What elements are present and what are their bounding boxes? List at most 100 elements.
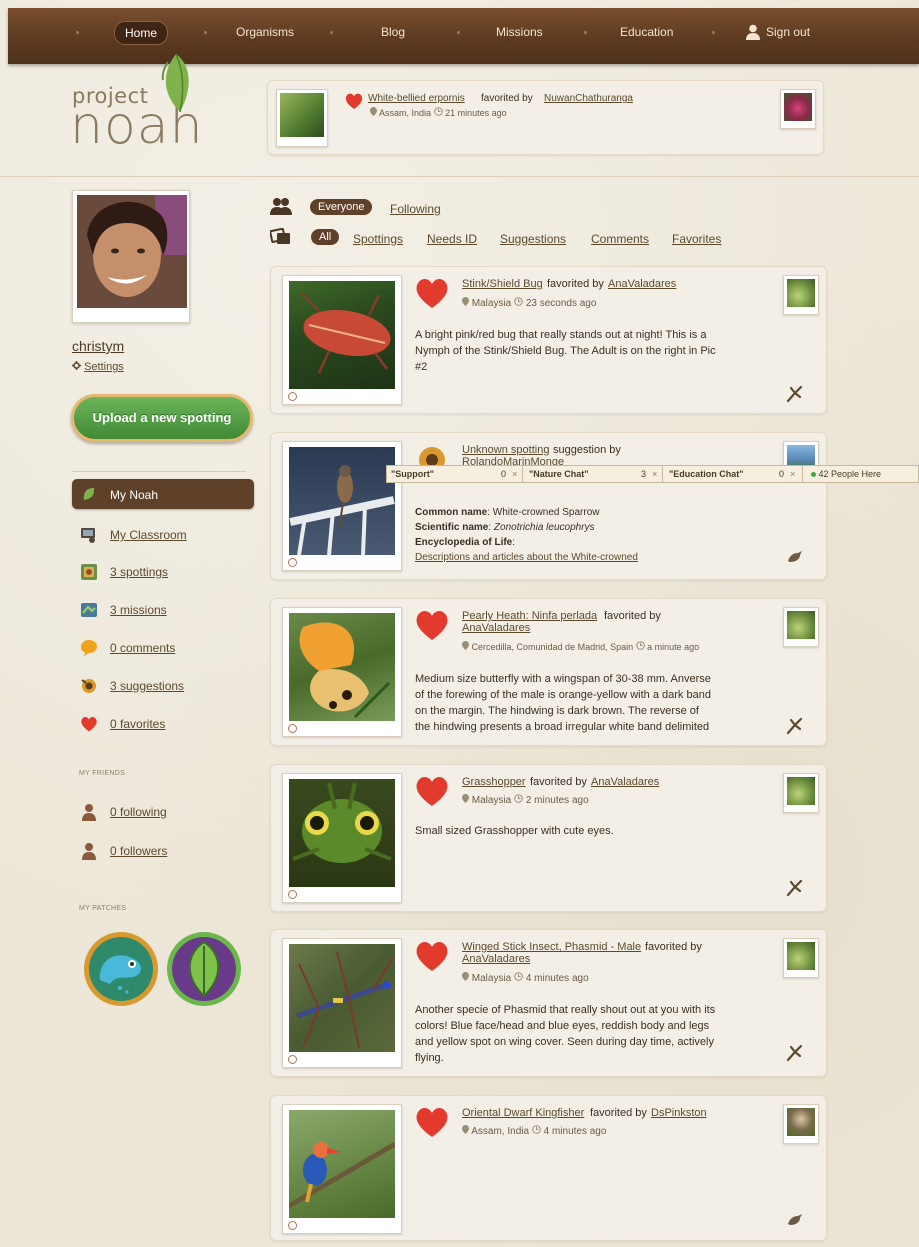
- spotting-thumb[interactable]: [282, 773, 402, 903]
- settings-link[interactable]: Settings: [72, 361, 124, 373]
- chat-room-count: 3: [641, 469, 647, 479]
- activity-user[interactable]: AnaValadares: [591, 776, 659, 788]
- description-line: the hindwing presents a broad irregular …: [415, 721, 710, 733]
- butterfly-photo: [299, 622, 391, 719]
- description-line: on the margin. The hindwing is dark brow…: [415, 705, 699, 717]
- filter-comments[interactable]: Comments: [591, 232, 649, 246]
- spotting-title[interactable]: Unknown spotting: [462, 444, 549, 456]
- spotting-thumb[interactable]: [282, 1104, 402, 1234]
- filter-needs-id[interactable]: Needs ID: [427, 232, 477, 246]
- user-thumb[interactable]: [783, 275, 819, 315]
- nav-separator: [330, 31, 333, 34]
- activity-verb: favorited by: [604, 610, 661, 622]
- activity-user[interactable]: AnaValadares: [462, 622, 530, 634]
- sidebar-item-my-noah[interactable]: My Noah: [72, 479, 254, 509]
- close-icon[interactable]: ×: [790, 466, 795, 482]
- spotting-thumb[interactable]: [282, 938, 402, 1068]
- spottings-icon: [81, 564, 97, 580]
- profile-photo: [77, 195, 187, 308]
- spotting-title[interactable]: Oriental Dwarf Kingfisher: [462, 1107, 584, 1119]
- spotting-thumb[interactable]: [282, 275, 402, 405]
- spotting-description: Small sized Grasshopper with cute eyes.: [415, 823, 735, 839]
- ticker-verb: favorited by: [481, 93, 533, 104]
- user-icon: [746, 24, 760, 40]
- description-line: of the forewing of the male is orange-ye…: [415, 689, 711, 701]
- upload-spotting-button[interactable]: Upload a new spotting: [71, 394, 253, 442]
- spotting-location: Malaysia: [471, 795, 512, 806]
- clock-icon: [433, 107, 443, 116]
- user-thumb[interactable]: [783, 1104, 819, 1144]
- sidebar-item-label: 0 favorites: [110, 717, 166, 731]
- ticker-location: Assam, India 21 minutes ago: [370, 107, 507, 118]
- spotting-title[interactable]: Stink/Shield Bug: [462, 278, 543, 290]
- spotting-title[interactable]: Winged Stick Insect, Phasmid - Male: [462, 941, 641, 953]
- spotting-title[interactable]: Pearly Heath: Ninfa perlada: [462, 610, 597, 622]
- nav-education[interactable]: Education: [620, 25, 673, 39]
- bird-icon[interactable]: [786, 1210, 804, 1228]
- close-icon[interactable]: ×: [652, 466, 657, 482]
- tool-icon[interactable]: [786, 879, 804, 897]
- favorite-heart-icon: [416, 776, 448, 806]
- bird-icon[interactable]: [786, 547, 804, 565]
- patch-badge-frog[interactable]: [82, 930, 160, 1008]
- filter-everyone[interactable]: Everyone: [310, 199, 373, 215]
- tool-icon[interactable]: [786, 385, 804, 403]
- activity-user[interactable]: AnaValadares: [608, 278, 676, 290]
- nav-separator: [457, 31, 460, 34]
- sidebar-item-label: 3 suggestions: [110, 679, 185, 693]
- ticker-user-thumb[interactable]: [780, 89, 816, 129]
- username-link[interactable]: christym: [72, 338, 124, 354]
- nav-home[interactable]: Home: [114, 21, 169, 45]
- nav-signout[interactable]: Sign out: [766, 25, 810, 39]
- chat-room-count: 0: [501, 469, 507, 479]
- ticker-spotting-thumb[interactable]: [276, 89, 328, 147]
- project-noah-logo[interactable]: project noah: [70, 52, 222, 162]
- chat-room-count: 0: [779, 469, 785, 479]
- pin-icon: [370, 107, 377, 116]
- scientific-name-label: Scientific name: [415, 522, 489, 533]
- description-line: Another specie of Phasmid that really sh…: [415, 1004, 716, 1016]
- license-icon: [288, 558, 297, 567]
- spotting-thumb[interactable]: [282, 441, 402, 571]
- pin-icon: [462, 794, 469, 803]
- avatar[interactable]: [72, 190, 190, 323]
- spotting-description: Another specie of Phasmid that really sh…: [415, 1002, 735, 1066]
- nav-missions[interactable]: Missions: [496, 25, 543, 39]
- gear-icon: [72, 361, 81, 370]
- activity-user[interactable]: AnaValadares: [462, 953, 530, 965]
- activity-user[interactable]: DsPinkston: [651, 1107, 707, 1119]
- spotting-title[interactable]: Grasshopper: [462, 776, 526, 788]
- chat-room-education[interactable]: "Education Chat" 0 ×: [665, 466, 803, 482]
- filter-all[interactable]: All: [311, 229, 340, 245]
- close-icon[interactable]: ×: [512, 466, 517, 482]
- filter-following[interactable]: Following: [390, 202, 441, 216]
- user-thumb[interactable]: [783, 607, 819, 647]
- activity-ticker: White-bellied erpornis favorited by Nuwa…: [267, 80, 824, 155]
- filter-suggestions[interactable]: Suggestions: [500, 232, 566, 246]
- tool-icon[interactable]: [786, 1044, 804, 1062]
- people-online-label: 42 People Here: [818, 469, 882, 479]
- nav-blog[interactable]: Blog: [381, 25, 405, 39]
- user-thumb[interactable]: [783, 938, 819, 978]
- encyclopedia-link[interactable]: Descriptions and articles about the Whit…: [415, 552, 638, 563]
- clock-icon: [514, 972, 523, 981]
- chat-room-nature[interactable]: "Nature Chat" 3 ×: [525, 466, 663, 482]
- patch-badge-leaf[interactable]: [165, 930, 243, 1008]
- people-online[interactable]: 42 People Here: [811, 466, 881, 482]
- nav-organisms[interactable]: Organisms: [236, 25, 294, 39]
- clock-icon: [514, 794, 523, 803]
- feed-item: Oriental Dwarf Kingfisher favorited by D…: [270, 1095, 827, 1241]
- avatar-photo: [77, 195, 187, 308]
- filter-favorites[interactable]: Favorites: [672, 232, 721, 246]
- nav-separator: [76, 31, 79, 34]
- spotting-thumb[interactable]: [282, 607, 402, 737]
- ticker-spotting-title[interactable]: White-bellied erpornis: [368, 93, 465, 104]
- description-line: flying.: [415, 1052, 444, 1064]
- user-thumb[interactable]: [783, 773, 819, 813]
- ticker-user[interactable]: NuwanChathuranga: [544, 93, 633, 104]
- scientific-name-row: Scientific name: Zonotrichia leucophrys: [415, 522, 595, 533]
- filter-spottings[interactable]: Spottings: [353, 232, 403, 246]
- description-line: Small sized Grasshopper with cute eyes.: [415, 825, 614, 837]
- chat-room-support[interactable]: "Support" 0 ×: [387, 466, 523, 482]
- tool-icon[interactable]: [786, 717, 804, 735]
